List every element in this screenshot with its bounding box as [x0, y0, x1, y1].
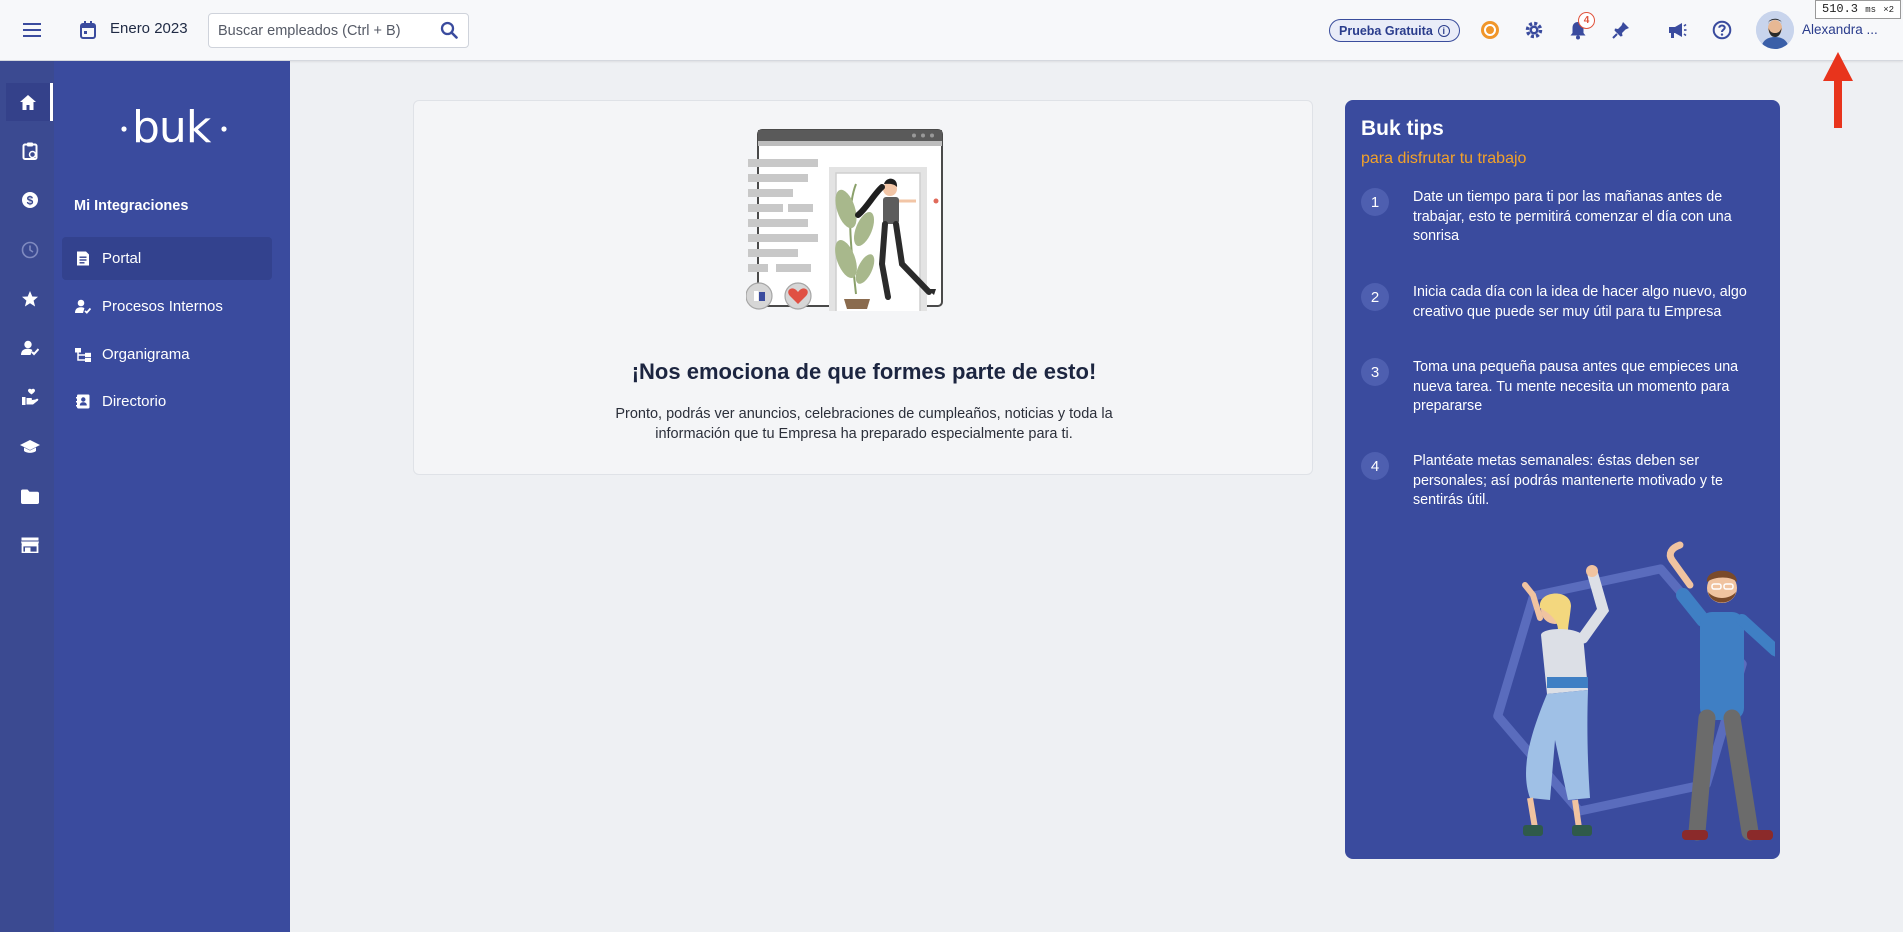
trial-label: Prueba Gratuita — [1339, 23, 1433, 38]
celebrating-people-illustration — [1493, 541, 1775, 841]
period-selector[interactable]: Enero 2023 — [110, 20, 188, 37]
tip-number: 2 — [1361, 283, 1389, 311]
home-icon[interactable] — [6, 83, 53, 121]
tip-text: Inicia cada día con la idea de hacer alg… — [1413, 284, 1747, 320]
sidebar-item-organigrama[interactable]: Organigrama — [62, 333, 272, 376]
employee-search — [208, 13, 469, 48]
tips-subtitle: para disfrutar tu trabajo — [1361, 150, 1527, 167]
search-input[interactable] — [209, 22, 419, 39]
welcome-illustration — [746, 129, 943, 311]
contact-book-icon — [75, 394, 91, 410]
avatar[interactable] — [1756, 11, 1794, 49]
user-name[interactable]: Alexandra ... — [1802, 22, 1878, 37]
org-chart-icon — [75, 347, 91, 363]
buk-logo[interactable]: buk — [120, 102, 230, 155]
perf-unit: ms — [1865, 5, 1877, 15]
gear-icon[interactable] — [1521, 17, 1547, 43]
tip-number: 3 — [1361, 358, 1389, 386]
tip-text: Plantéate metas semanales: éstas deben s… — [1413, 453, 1723, 508]
help-icon[interactable] — [1709, 17, 1735, 43]
calendar-icon[interactable] — [76, 18, 100, 42]
perf-value: 510.3 — [1822, 2, 1859, 16]
annotation-arrow — [1823, 52, 1853, 128]
search-icon[interactable] — [440, 21, 460, 41]
store-icon[interactable] — [6, 526, 53, 564]
sidebar-item-label: Directorio — [102, 393, 167, 410]
sidebar: buk Mi Integraciones Portal Procesos Int… — [54, 61, 290, 932]
sidebar-item-procesos-internos[interactable]: Procesos Internos — [62, 285, 272, 328]
sidebar-item-label: Organigrama — [102, 346, 190, 363]
graduation-cap-icon[interactable] — [6, 428, 53, 466]
info-icon: i — [1437, 24, 1450, 37]
top-bar: Enero 2023 Prueba Gratuita i 4 Alexandra… — [0, 0, 1903, 61]
newspaper-icon — [75, 251, 91, 267]
sidebar-item-label: Procesos Internos — [102, 298, 223, 315]
sidebar-item-label: Portal — [102, 250, 142, 267]
sidebar-item-directorio[interactable]: Directorio — [62, 380, 272, 423]
sidebar-section-title: Mi Integraciones — [74, 198, 189, 214]
sidebar-item-portal[interactable]: Portal — [62, 237, 272, 280]
tip-number: 1 — [1361, 188, 1389, 216]
folder-icon[interactable] — [6, 477, 53, 515]
welcome-title: ¡Nos emociona de que formes parte de est… — [631, 359, 1097, 384]
buk-coin-icon[interactable] — [1477, 17, 1503, 43]
performance-timer: 510.3 ms ×2 — [1815, 0, 1902, 19]
dollar-icon[interactable]: $ — [6, 181, 53, 219]
clipboard-icon[interactable] — [6, 132, 53, 170]
tips-title: Buk tips — [1361, 117, 1444, 140]
svg-text:$: $ — [26, 193, 33, 207]
user-process-icon — [75, 299, 91, 315]
clock-icon[interactable] — [6, 231, 53, 269]
tip-number: 4 — [1361, 452, 1389, 480]
notification-count-badge: 4 — [1578, 12, 1595, 29]
tip-text: Toma una pequeña pausa antes que empiece… — [1413, 359, 1739, 414]
menu-icon[interactable] — [16, 16, 48, 44]
pin-icon[interactable] — [1608, 17, 1634, 43]
free-trial-badge[interactable]: Prueba Gratuita i — [1329, 19, 1460, 42]
tip-text: Date un tiempo para ti por las mañanas a… — [1413, 189, 1732, 244]
module-rail: $ — [0, 61, 54, 932]
user-check-icon[interactable] — [6, 329, 53, 367]
svg-text:buk: buk — [132, 105, 212, 153]
star-icon[interactable] — [6, 280, 53, 318]
welcome-card: ¡Nos emociona de que formes parte de est… — [413, 100, 1313, 475]
hand-heart-icon[interactable] — [6, 378, 53, 416]
welcome-description: Pronto, podrás ver anuncios, celebracion… — [615, 406, 1113, 442]
megaphone-icon[interactable] — [1664, 17, 1690, 43]
perf-multiplier: ×2 — [1883, 5, 1895, 15]
buk-tips-card: Buk tips para disfrutar tu trabajo 1 Dat… — [1345, 100, 1780, 859]
